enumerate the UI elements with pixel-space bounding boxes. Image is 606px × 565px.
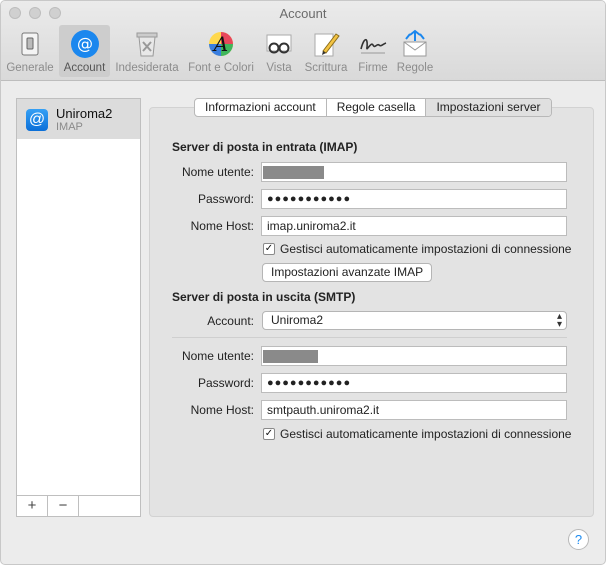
redacted-username	[263, 166, 324, 179]
tab-regole-casella[interactable]: Regole casella	[327, 99, 427, 116]
incoming-host-field[interactable]: imap.uniroma2.it	[261, 216, 567, 236]
outgoing-password-field[interactable]: ●●●●●●●●●●●	[261, 373, 567, 393]
section-divider	[172, 337, 567, 338]
chevron-updown-icon: ▴ ▾	[556, 311, 562, 330]
title-toolbar: Account Generale @ Account Indesiderata …	[1, 1, 605, 81]
rules-envelope-icon	[403, 29, 427, 57]
outgoing-username-field[interactable]	[261, 346, 567, 366]
preferences-window: Account Generale @ Account Indesiderata …	[0, 0, 606, 565]
signature-icon	[360, 38, 387, 54]
window-title: Account	[279, 6, 327, 21]
incoming-auto-manage-label: Gestisci automaticamente impostazioni di…	[280, 242, 572, 256]
outgoing-account-select[interactable]: Uniroma2 ▴ ▾	[262, 311, 567, 330]
toolbar-account[interactable]: @ Account	[59, 25, 110, 77]
outgoing-account-value: Uniroma2	[271, 313, 324, 327]
glasses-icon	[266, 34, 292, 54]
incoming-password-field[interactable]: ●●●●●●●●●●●	[261, 189, 567, 209]
advanced-imap-button[interactable]: Impostazioni avanzate IMAP	[262, 263, 433, 282]
toolbar-label: Indesiderata	[115, 62, 179, 74]
toolbar-firme[interactable]: Firme	[352, 25, 394, 77]
toolbar-label: Scrittura	[304, 62, 348, 74]
account-type: IMAP	[56, 121, 83, 133]
outgoing-auto-manage-checkbox[interactable]: ✓	[263, 428, 275, 440]
toolbar-indesiderata[interactable]: Indesiderata	[112, 25, 182, 77]
toolbar-label: Regole	[396, 62, 434, 74]
outgoing-auto-manage-label: Gestisci automaticamente impostazioni di…	[280, 427, 572, 441]
help-button[interactable]: ?	[568, 529, 589, 550]
svg-text:A: A	[212, 32, 228, 56]
settings-tabs: Informazioni account Regole casella Impo…	[194, 98, 552, 117]
account-name: Uniroma2	[56, 106, 113, 121]
toolbar-label: Account	[63, 62, 106, 74]
at-sign-icon: @	[70, 30, 99, 58]
switch-icon	[21, 32, 39, 56]
toolbar-label: Vista	[266, 62, 292, 74]
outgoing-password-label: Password:	[197, 376, 254, 390]
incoming-host-label: Nome Host:	[190, 219, 254, 233]
add-account-button[interactable]: +	[17, 496, 48, 516]
tab-informazioni-account[interactable]: Informazioni account	[195, 99, 327, 116]
font-colors-icon: A	[209, 32, 233, 56]
incoming-auto-manage-checkbox[interactable]: ✓	[263, 243, 275, 255]
remove-account-button[interactable]: −	[48, 496, 79, 516]
trash-icon	[136, 32, 158, 57]
at-sign-icon: @	[26, 109, 48, 131]
tab-impostazioni-server[interactable]: Impostazioni server	[426, 99, 551, 116]
incoming-username-field[interactable]	[261, 162, 567, 182]
account-list-item[interactable]: @ Uniroma2 IMAP	[17, 99, 140, 139]
toolbar-label: Firme	[358, 62, 388, 74]
outgoing-host-field[interactable]: smtpauth.uniroma2.it	[261, 400, 567, 420]
account-list-footer: + −	[17, 495, 140, 516]
pencil-icon	[314, 33, 340, 57]
outgoing-account-label: Account:	[207, 314, 254, 328]
incoming-username-label: Nome utente:	[181, 165, 254, 179]
toolbar-font-colori[interactable]: A Font e Colori	[184, 25, 258, 77]
toolbar-label: Font e Colori	[188, 62, 254, 74]
toolbar-vista[interactable]: Vista	[259, 25, 299, 77]
outgoing-server-title: Server di posta in uscita (SMTP)	[172, 290, 356, 304]
incoming-password-label: Password:	[197, 192, 254, 206]
outgoing-username-label: Nome utente:	[181, 349, 254, 363]
incoming-server-title: Server di posta in entrata (IMAP)	[172, 140, 358, 154]
toolbar-generale[interactable]: Generale	[3, 25, 57, 77]
toolbar-regole[interactable]: Regole	[395, 25, 435, 77]
redacted-username	[263, 350, 318, 363]
toolbar-label: Generale	[6, 62, 54, 74]
account-list: @ Uniroma2 IMAP + −	[16, 98, 141, 517]
svg-text:@: @	[77, 34, 93, 53]
toolbar-scrittura[interactable]: Scrittura	[301, 25, 351, 77]
outgoing-host-label: Nome Host:	[190, 403, 254, 417]
